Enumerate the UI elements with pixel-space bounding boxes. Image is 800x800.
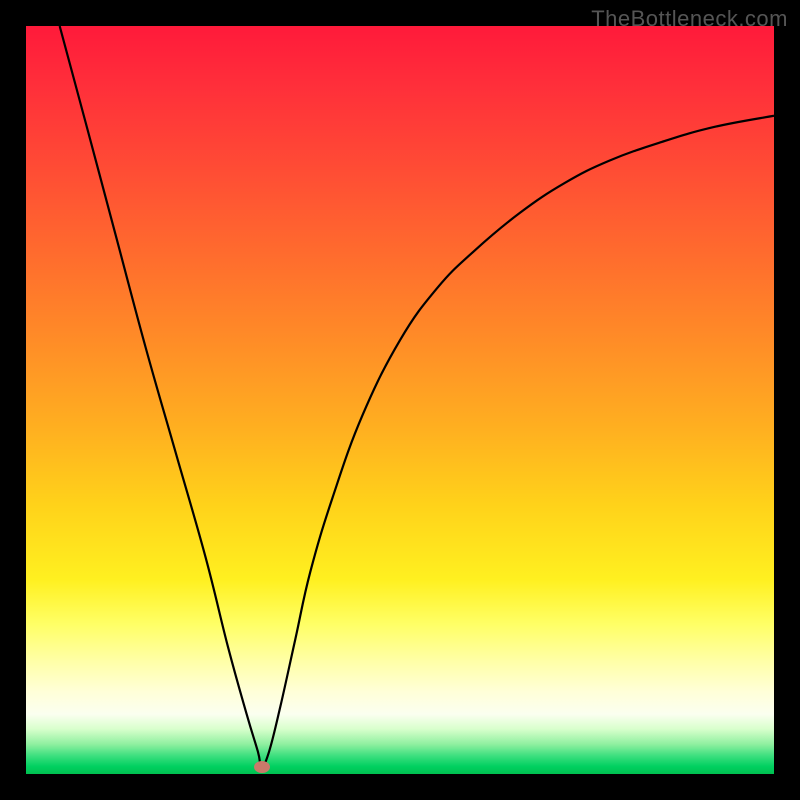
chart-frame	[26, 26, 774, 774]
watermark-text: TheBottleneck.com	[591, 6, 788, 32]
bottleneck-curve	[60, 26, 774, 767]
plot-area	[26, 26, 774, 774]
curve-svg	[26, 26, 774, 774]
optimal-point-marker	[254, 761, 270, 773]
